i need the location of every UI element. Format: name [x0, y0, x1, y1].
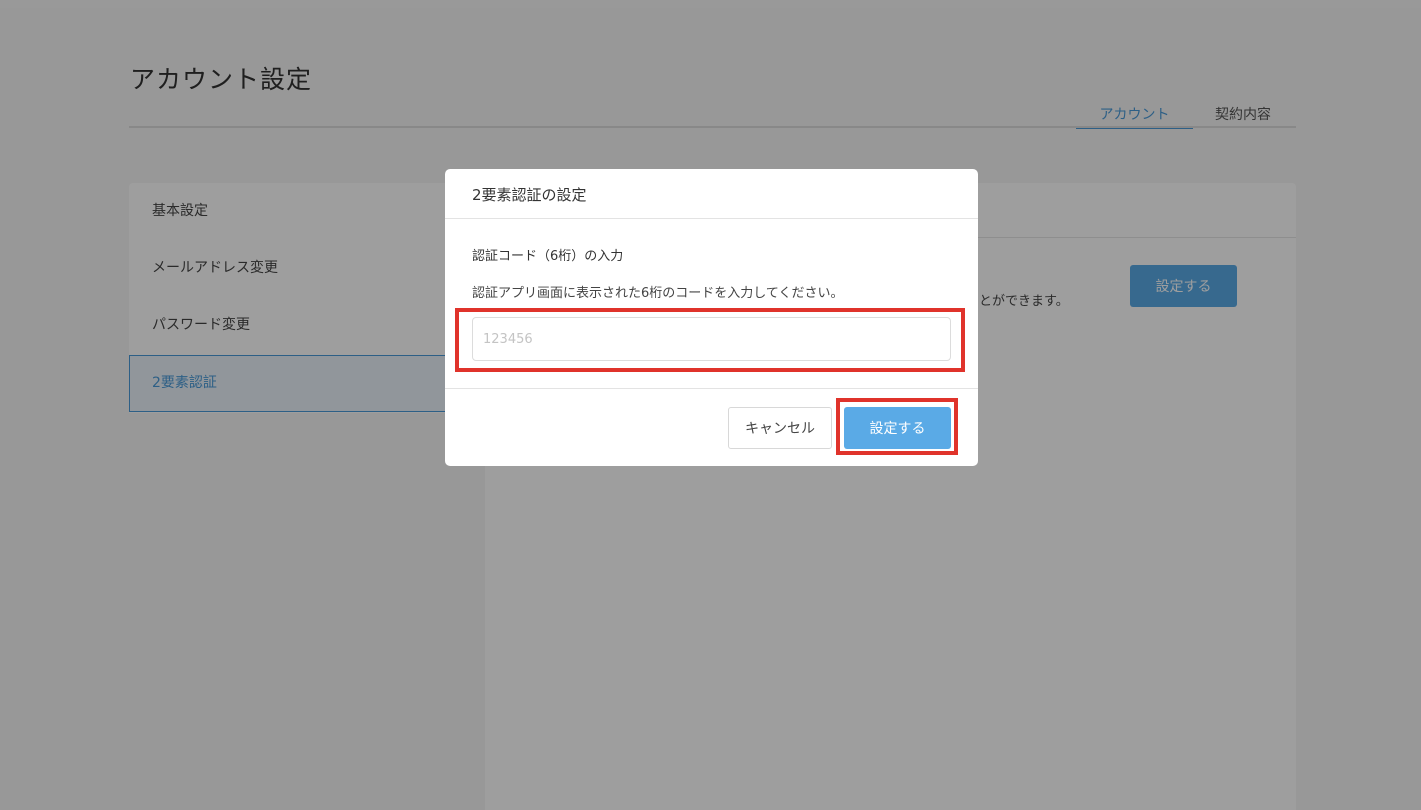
code-field-help: 認証アプリ画面に表示された6桁のコードを入力してください。	[472, 286, 844, 301]
dialog-header: 2要素認証の設定	[445, 169, 978, 219]
verification-code-input[interactable]	[472, 317, 951, 361]
cancel-button[interactable]: キャンセル	[728, 407, 832, 449]
two-factor-setup-dialog: 2要素認証の設定 認証コード（6桁）の入力 認証アプリ画面に表示された6桁のコー…	[445, 169, 978, 466]
code-field-label: 認証コード（6桁）の入力	[472, 249, 624, 264]
dialog-footer-divider	[445, 388, 978, 389]
submit-button[interactable]: 設定する	[844, 407, 951, 449]
dialog-title: 2要素認証の設定	[472, 186, 587, 204]
